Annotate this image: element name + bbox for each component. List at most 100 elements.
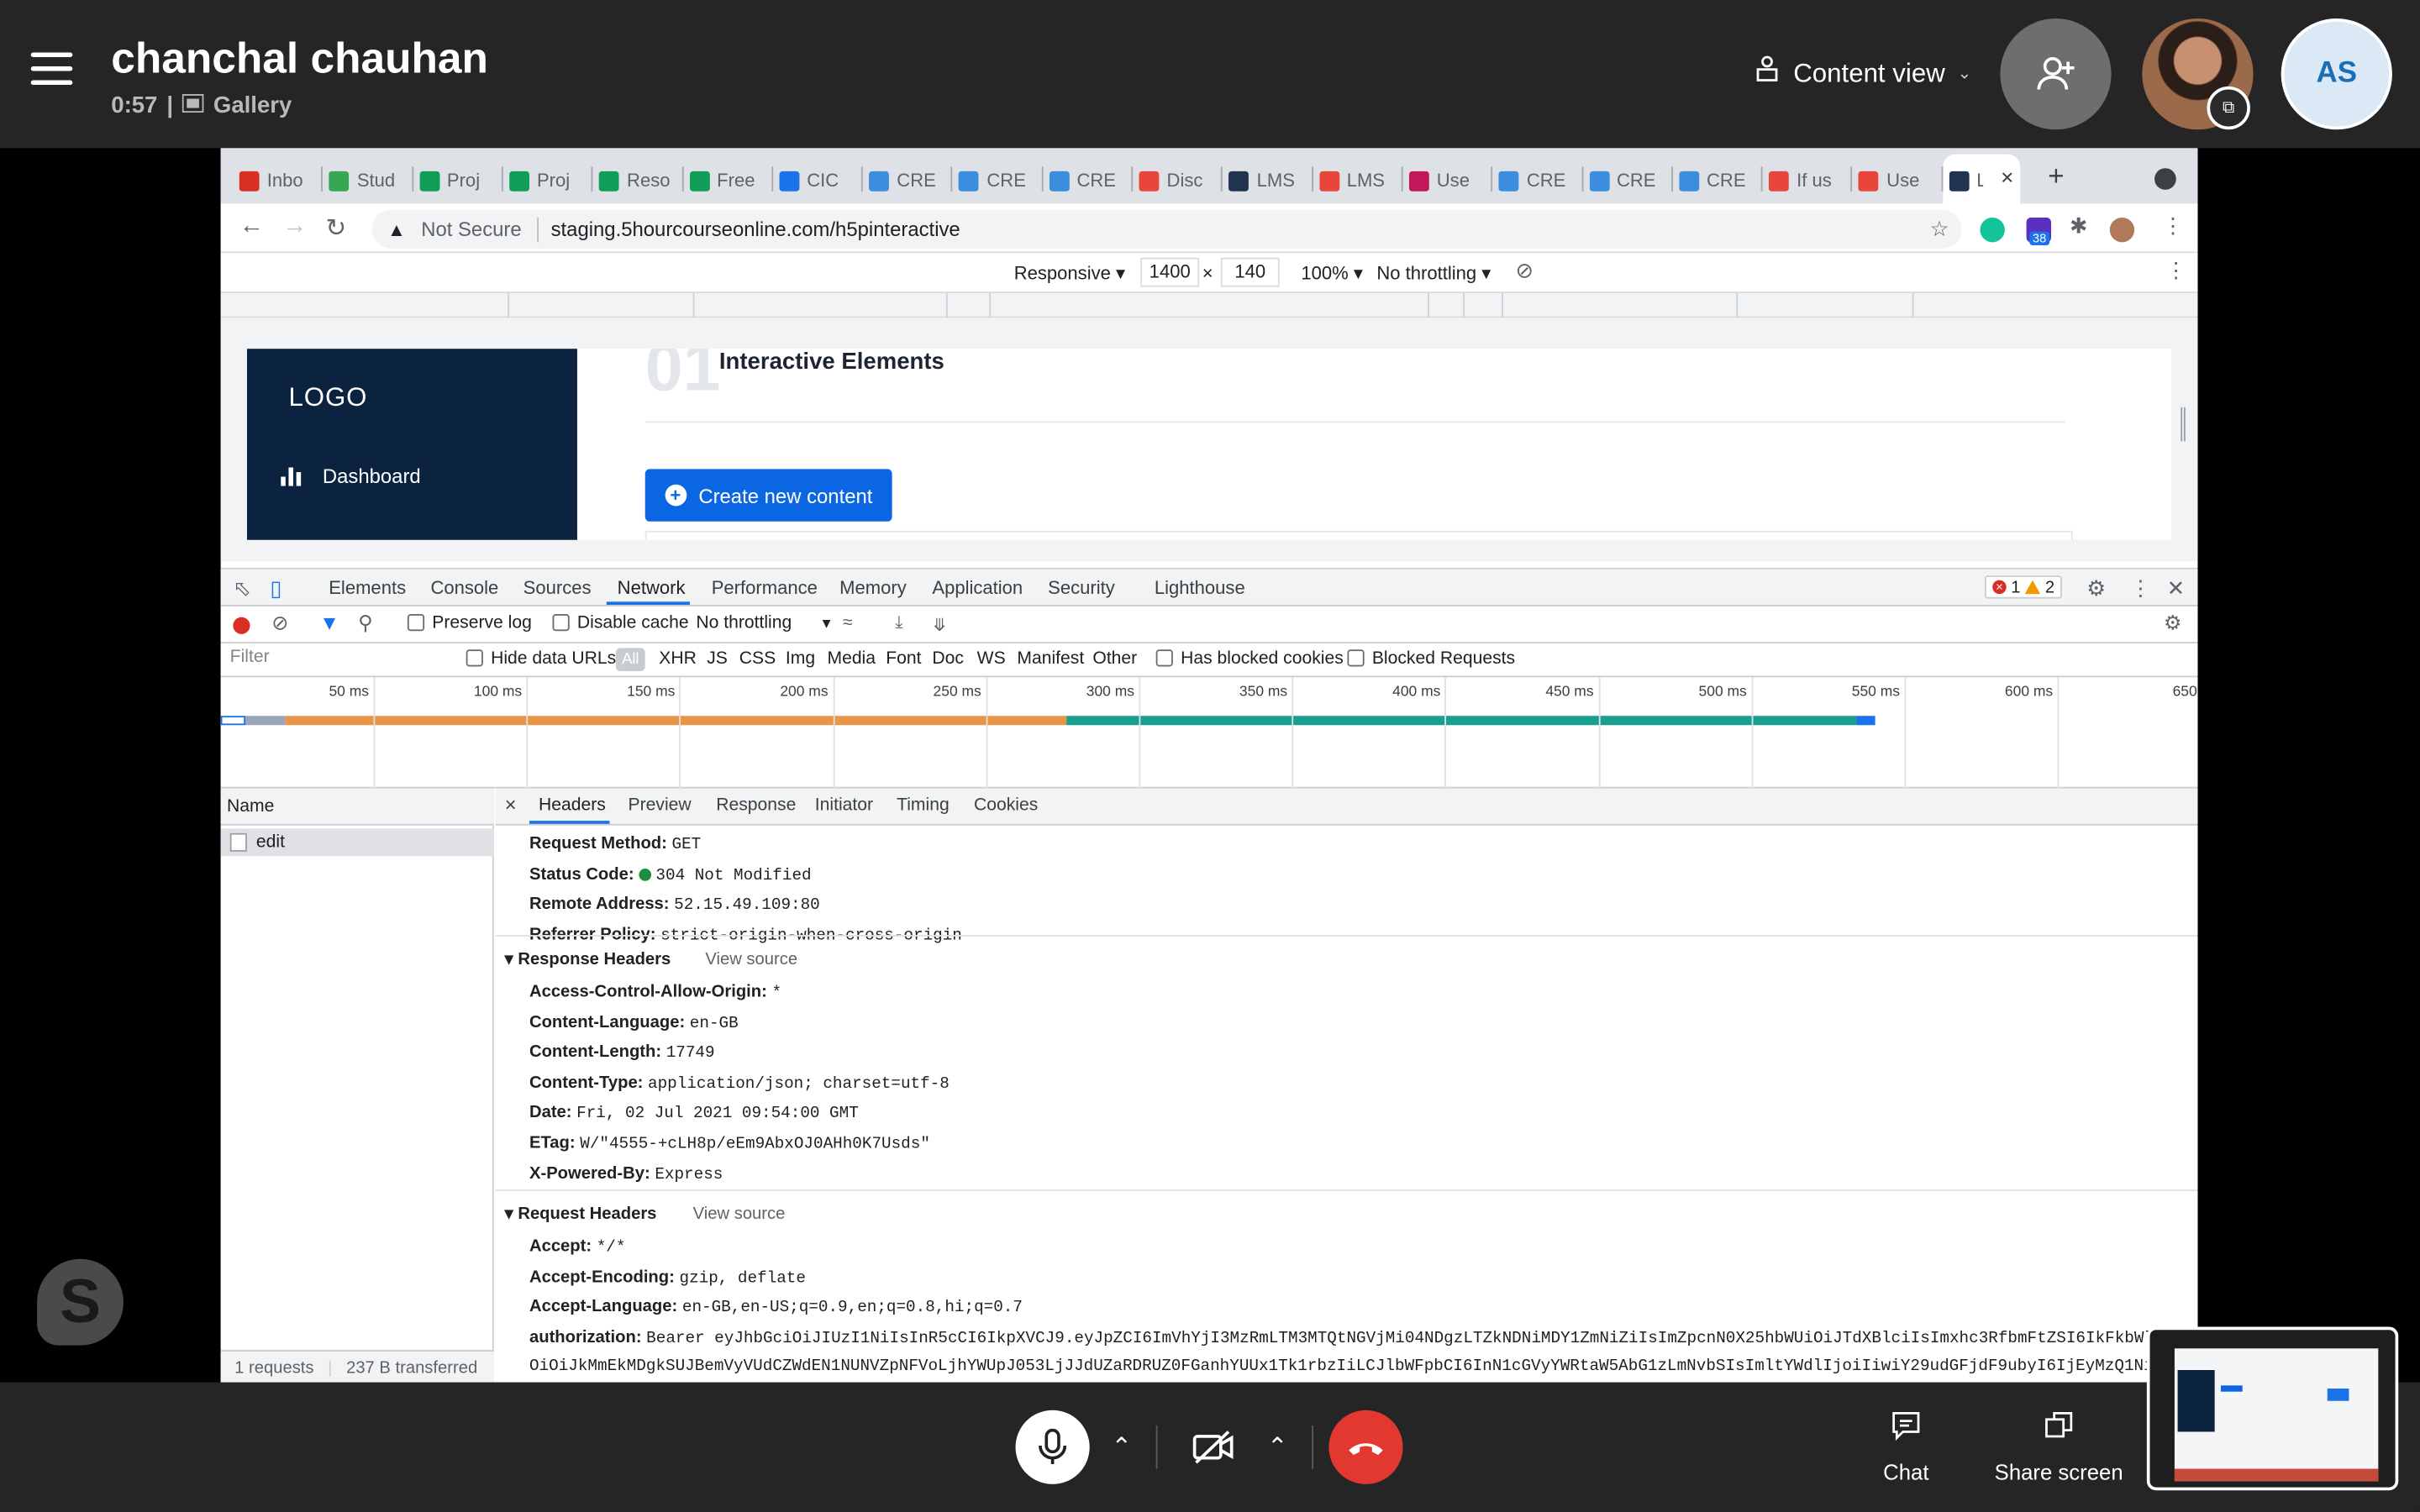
issues-badge[interactable]: × 1 2: [1984, 575, 2063, 599]
device-toggle-icon[interactable]: ▯: [270, 575, 281, 601]
add-people-button[interactable]: [2000, 18, 2112, 130]
mute-button[interactable]: [1015, 1410, 1090, 1484]
tab-performance[interactable]: Performance: [712, 577, 818, 599]
width-input[interactable]: 1400: [1140, 257, 1200, 287]
network-settings-icon[interactable]: ⚙: [2164, 611, 2181, 635]
profile-avatar[interactable]: [2109, 217, 2135, 243]
filter-type-other[interactable]: Other: [1092, 649, 1137, 668]
record-icon[interactable]: [233, 617, 250, 634]
back-icon[interactable]: ←: [239, 213, 264, 240]
browser-tab[interactable]: Reso: [598, 164, 676, 197]
filter-type-all[interactable]: All: [615, 648, 645, 671]
reload-icon[interactable]: ↻: [326, 213, 347, 244]
browser-tab[interactable]: If us: [1769, 164, 1846, 197]
video-toggle-button[interactable]: [1176, 1410, 1250, 1484]
address-bar[interactable]: ▲ Not Secure staging.5hourcourseonline.c…: [371, 209, 1962, 249]
request-row[interactable]: edit: [220, 828, 494, 857]
throttling-select[interactable]: No throttling ▼: [696, 614, 833, 633]
blocked-requests-checkbox[interactable]: Blocked Requests: [1347, 649, 1515, 668]
browser-tab[interactable]: Inbo: [239, 164, 317, 197]
browser-tab[interactable]: Use: [1859, 164, 1936, 197]
filter-type-doc[interactable]: Doc: [932, 649, 964, 668]
emulation-menu-icon[interactable]: ⋮: [2165, 258, 2187, 284]
browser-tab[interactable]: CRE: [959, 164, 1036, 197]
pop-out-icon[interactable]: ⧉: [2207, 86, 2250, 130]
tab-search-icon[interactable]: [2154, 168, 2176, 190]
filter-input[interactable]: Filter: [227, 648, 449, 672]
browser-tab[interactable]: CRE: [1049, 164, 1126, 197]
import-har-icon[interactable]: ⤓: [895, 614, 902, 634]
tab-elements[interactable]: Elements: [329, 577, 406, 599]
browser-tab[interactable]: CRE: [1588, 164, 1666, 197]
request-headers-section[interactable]: ▾ Request Headers: [505, 1204, 657, 1223]
preserve-log-checkbox[interactable]: Preserve log: [407, 614, 532, 633]
has-blocked-cookies-checkbox[interactable]: Has blocked cookies: [1155, 649, 1344, 668]
browser-tab[interactable]: Disc: [1139, 164, 1216, 197]
throttle-select[interactable]: No throttling ▾: [1376, 262, 1491, 284]
browser-tab[interactable]: CIC: [779, 164, 856, 197]
detail-tab-preview[interactable]: Preview: [629, 796, 692, 815]
kebab-menu-icon[interactable]: ⋮: [2162, 213, 2184, 239]
tab-memory[interactable]: Memory: [839, 577, 907, 599]
filter-type-media[interactable]: Media: [827, 649, 876, 668]
filter-type-js[interactable]: JS: [707, 649, 728, 668]
hide-data-urls-checkbox[interactable]: Hide data URLs: [466, 649, 616, 668]
browser-tab[interactable]: CRE: [1498, 164, 1576, 197]
close-icon[interactable]: ✕: [2167, 575, 2186, 601]
filter-type-img[interactable]: Img: [786, 649, 815, 668]
filter-icon[interactable]: ▼: [319, 611, 339, 634]
browser-tab[interactable]: CRE: [869, 164, 946, 197]
inspect-icon[interactable]: ⬁: [233, 575, 251, 601]
share-screen-button[interactable]: Share screen: [1990, 1410, 2128, 1484]
clear-icon[interactable]: ⊘: [271, 611, 288, 635]
disable-cache-checkbox[interactable]: Disable cache: [552, 614, 689, 633]
close-tab-icon[interactable]: ✕: [2000, 168, 2014, 188]
device-select[interactable]: Responsive ▾: [1014, 262, 1125, 284]
filter-type-ws[interactable]: WS: [977, 649, 1006, 668]
chat-button[interactable]: Chat: [1837, 1410, 1975, 1484]
create-new-content-button[interactable]: + Create new content: [644, 469, 892, 522]
audio-options-chevron-icon[interactable]: ⌃: [1111, 1431, 1132, 1462]
participant-avatar-initials[interactable]: AS: [2281, 18, 2392, 130]
detail-tab-cookies[interactable]: Cookies: [974, 796, 1038, 815]
new-tab-icon[interactable]: +: [2048, 160, 2064, 193]
devtools-menu-icon[interactable]: ⋮: [2130, 575, 2152, 601]
browser-tab[interactable]: L: [1949, 164, 1983, 197]
star-icon[interactable]: ☆: [1930, 216, 1949, 242]
filter-type-css[interactable]: CSS: [739, 649, 776, 668]
view-source-link[interactable]: View source: [705, 950, 797, 969]
detail-tab-response[interactable]: Response: [716, 796, 796, 815]
browser-tab[interactable]: LMS: [1318, 164, 1397, 197]
grammarly-icon[interactable]: [1980, 217, 2005, 243]
close-details-icon[interactable]: ×: [505, 793, 517, 816]
filter-type-xhr[interactable]: XHR: [659, 649, 697, 668]
detail-tab-headers[interactable]: Headers: [539, 796, 606, 815]
layout-label[interactable]: Gallery: [213, 92, 292, 118]
detail-tab-timing[interactable]: Timing: [897, 796, 950, 815]
self-view-thumbnail[interactable]: [2146, 1326, 2399, 1491]
view-source-link[interactable]: View source: [693, 1205, 786, 1223]
browser-tab[interactable]: CRE: [1678, 164, 1756, 197]
sidebar-item-dashboard[interactable]: Dashboard: [281, 465, 421, 487]
export-har-icon[interactable]: ⤋: [932, 614, 947, 636]
filter-type-manifest[interactable]: Manifest: [1017, 649, 1084, 668]
browser-tab[interactable]: LMS: [1228, 164, 1307, 197]
rotate-icon[interactable]: ⊘: [1516, 258, 1534, 284]
browser-tab[interactable]: Stud: [329, 164, 407, 197]
end-call-button[interactable]: [1328, 1410, 1403, 1484]
tab-network[interactable]: Network: [618, 577, 686, 599]
browser-tab[interactable]: Use: [1408, 164, 1486, 197]
tab-security[interactable]: Security: [1048, 577, 1115, 599]
video-options-chevron-icon[interactable]: ⌃: [1267, 1431, 1288, 1462]
url-text[interactable]: staging.5hourcourseonline.com/h5pinterac…: [551, 218, 960, 241]
puzzle-icon[interactable]: ✱: [2070, 213, 2088, 239]
height-input[interactable]: 140: [1220, 257, 1280, 287]
browser-tab[interactable]: Free: [689, 164, 766, 197]
search-icon[interactable]: ⚲: [358, 611, 373, 635]
response-headers-section[interactable]: ▾ Response Headers: [505, 949, 671, 969]
browser-tab[interactable]: Proj: [418, 164, 497, 197]
name-column-header[interactable]: Name: [220, 788, 494, 826]
settings-icon[interactable]: ⚙: [2086, 575, 2106, 601]
width-resize-handle[interactable]: [2181, 407, 2186, 442]
tab-lighthouse[interactable]: Lighthouse: [1155, 577, 1245, 599]
